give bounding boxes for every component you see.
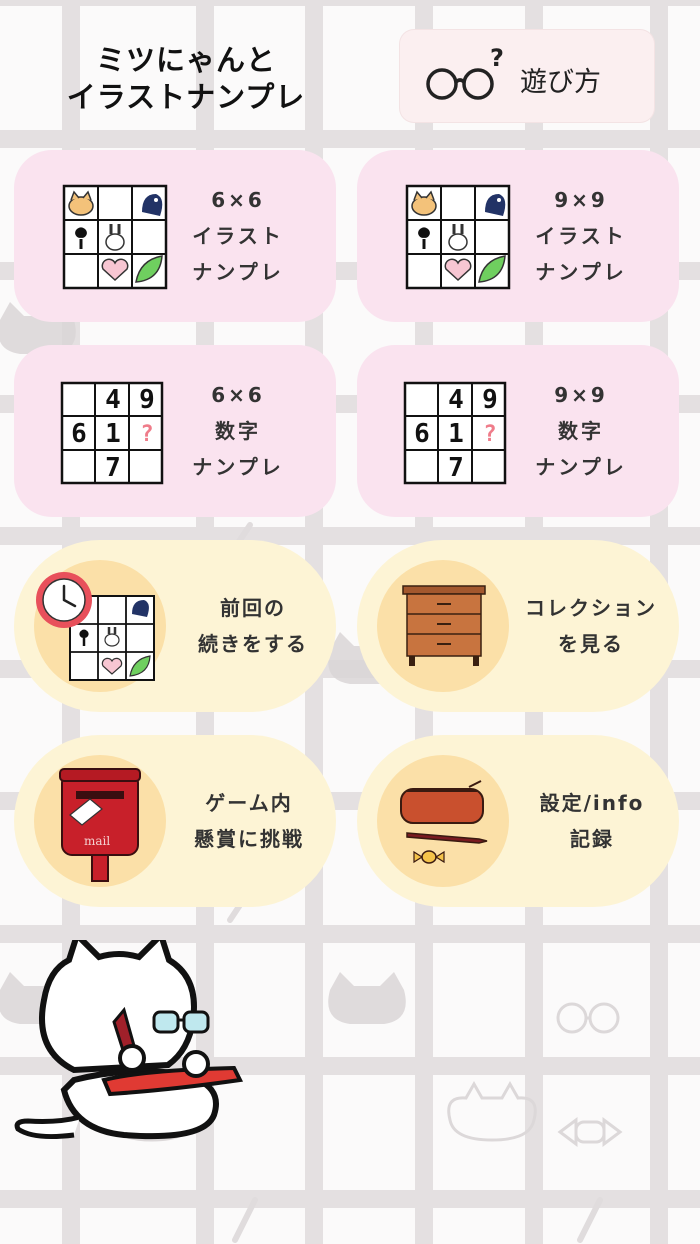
mailbox-icon: mail [59, 768, 141, 882]
app-title-line2: イラストナンプレ [66, 80, 306, 114]
main-screen: ミツにゃんと イラストナンプレ ? 遊び方 6×6 イラスト ナンプレ 9×9 … [0, 0, 700, 1244]
svg-text:?: ? [490, 48, 504, 72]
continue-button[interactable]: 前回の 続きをする [14, 540, 336, 712]
continue-label: 前回の 続きをする [198, 596, 308, 656]
puzzle-6x6-illustration-card[interactable]: 6×6 イラスト ナンプレ [14, 150, 336, 322]
puzzle-9x9-illustration-card[interactable]: 9×9 イラスト ナンプレ [357, 150, 679, 322]
collection-label: コレクション を見る [525, 596, 657, 656]
puzzle-card-label: 9×9 数字 ナンプレ [535, 383, 627, 479]
settings-label: 設定/info 記録 [539, 791, 645, 851]
app-title: ミツにゃんと イラストナンプレ [36, 42, 336, 116]
digit-grid-icon: 49 6 1? 7 [403, 381, 507, 485]
digit-grid-icon: 49 6 1? 7 [60, 381, 164, 485]
puzzle-6x6-digit-card[interactable]: 49 6 1? 7 6×6 数字 ナンプレ [14, 345, 336, 517]
puzzle-card-label: 9×9 イラスト ナンプレ [535, 188, 627, 284]
collection-button[interactable]: コレクション を見る [357, 540, 679, 712]
digit-grid-cells: 49 6 1? 7 [414, 385, 498, 483]
puzzle-9x9-digit-card[interactable]: 49 6 1? 7 9×9 数字 ナンプレ [357, 345, 679, 517]
how-to-play-button[interactable]: ? 遊び方 [400, 30, 654, 122]
app-title-line1: ミツにゃんと [95, 43, 276, 77]
contest-label: ゲーム内 懸賞に挑戦 [194, 791, 304, 851]
puzzle-card-label: 6×6 イラスト ナンプレ [192, 188, 284, 284]
pencil-case-icon [400, 780, 488, 864]
illustration-grid-icon [405, 184, 511, 290]
digit-grid-cells: 49 6 1? 7 [71, 385, 155, 483]
drawer-chest-icon [402, 585, 486, 666]
puzzle-card-label: 6×6 数字 ナンプレ [192, 383, 284, 479]
contest-button[interactable]: mail ゲーム内 懸賞に挑戦 [14, 735, 336, 907]
how-to-play-label: 遊び方 [520, 67, 601, 98]
settings-button[interactable]: 設定/info 記録 [357, 735, 679, 907]
glasses-question-icon: ? [426, 48, 504, 100]
clock-puzzle-icon [36, 572, 155, 681]
mascot-cat-icon [14, 940, 244, 1140]
illustration-grid-icon [62, 184, 168, 290]
svg-text:mail: mail [84, 834, 110, 848]
